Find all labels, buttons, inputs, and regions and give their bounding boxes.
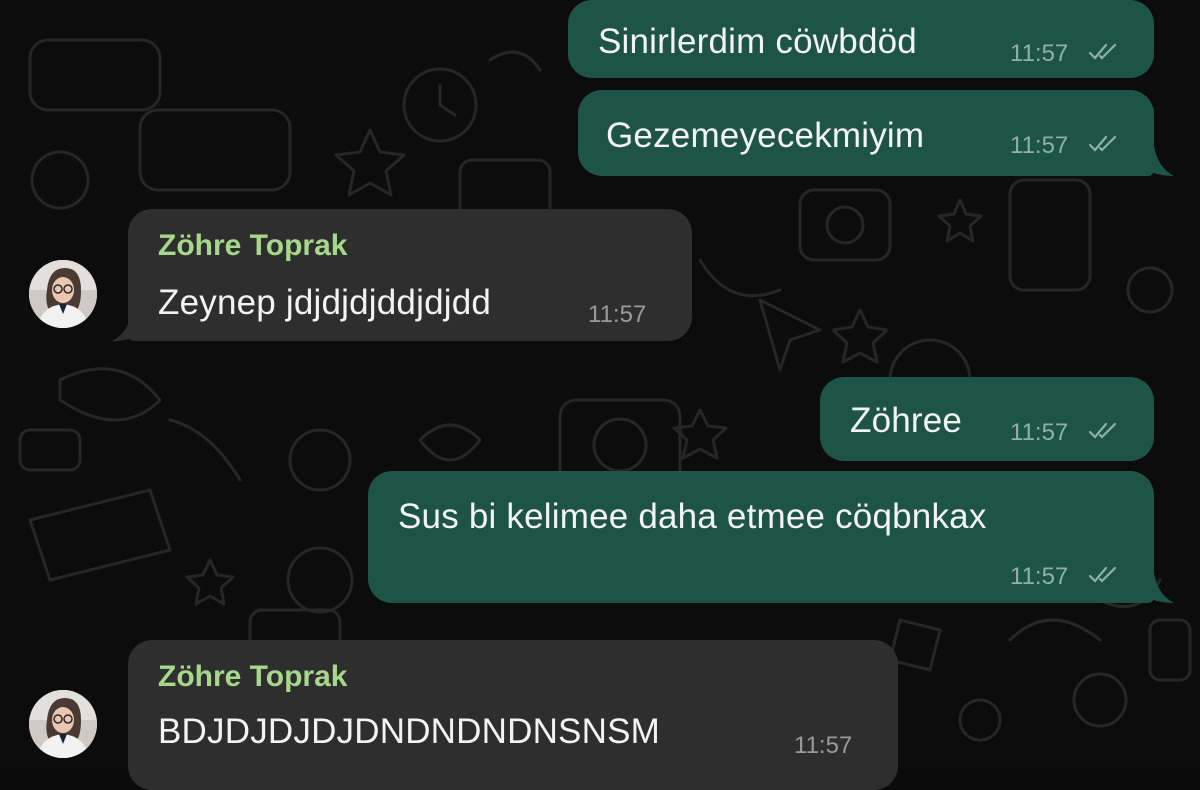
message-text: Gezemeyecekmiyim: [606, 116, 925, 155]
chat-area[interactable]: Sinirlerdim cöwbdöd 11:57 Gezemeyecekmiy…: [0, 0, 1200, 790]
sender-name: Zöhre Toprak: [158, 229, 348, 262]
outgoing-message[interactable]: Gezemeyecekmiyim 11:57: [578, 90, 1154, 176]
profile-photo: [29, 260, 97, 328]
message-text: BDJDJDJDJDNDNDNDNSNSM: [158, 712, 660, 751]
message-time: 11:57: [1010, 419, 1069, 446]
message-time: 11:57: [588, 301, 647, 328]
message-text: Sus bi kelimee daha etmee cöqbnkax: [398, 497, 987, 536]
sender-name: Zöhre Toprak: [158, 660, 348, 693]
bubble-tail: [1140, 146, 1174, 176]
outgoing-message[interactable]: Sus bi kelimee daha etmee cöqbnkax 11:57: [368, 471, 1154, 603]
sender-avatar[interactable]: [29, 690, 97, 758]
incoming-message[interactable]: Zöhre Toprak BDJDJDJDJDNDNDNDNSNSM 11:57: [128, 640, 898, 790]
profile-photo: [29, 690, 97, 758]
message-time: 11:57: [1010, 563, 1069, 590]
double-check-icon: [1088, 135, 1117, 152]
outgoing-message[interactable]: Sinirlerdim cöwbdöd 11:57: [568, 0, 1154, 78]
double-check-icon: [1088, 566, 1117, 583]
message-text: Sinirlerdim cöwbdöd: [598, 22, 917, 61]
sender-avatar[interactable]: [29, 260, 97, 328]
outgoing-message[interactable]: Zöhree 11:57: [820, 377, 1154, 461]
double-check-icon: [1088, 43, 1117, 60]
bubble-tail: [1140, 573, 1174, 603]
double-check-icon: [1088, 422, 1117, 439]
incoming-message[interactable]: Zöhre Toprak Zeynep jdjdjdjddjdjdd 11:57: [128, 209, 692, 341]
message-text: Zeynep jdjdjdjddjdjdd: [158, 283, 492, 322]
message-time: 11:57: [794, 732, 853, 759]
message-text: Zöhree: [850, 401, 963, 440]
message-time: 11:57: [1010, 40, 1069, 67]
message-time: 11:57: [1010, 132, 1069, 159]
